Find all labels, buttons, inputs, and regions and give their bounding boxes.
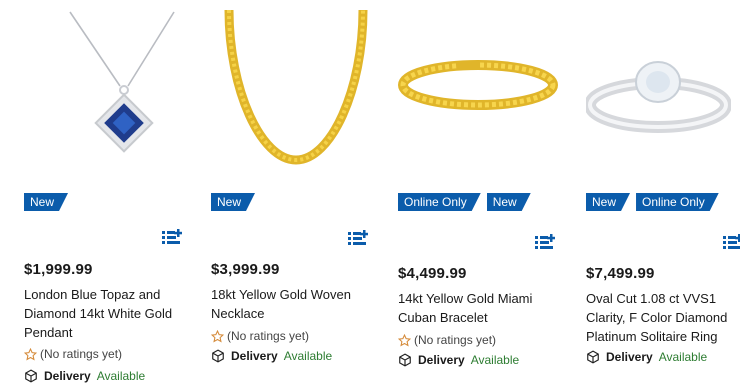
product-rating: (No ratings yet) — [24, 347, 122, 361]
product-image-bracelet[interactable] — [398, 55, 558, 115]
product-title[interactable]: 14kt Yellow Gold Miami Cuban Bracelet — [398, 289, 573, 327]
product-rating: (No ratings yet) — [398, 333, 496, 347]
delivery-status: Available — [470, 353, 520, 367]
product-image-chain[interactable] — [221, 9, 371, 165]
add-to-list-icon[interactable] — [162, 229, 183, 245]
product-price: $4,499.99 — [398, 265, 467, 282]
box-icon — [587, 350, 599, 364]
product-price: $1,999.99 — [24, 261, 93, 278]
product-rating: (No ratings yet) — [211, 329, 309, 343]
product-price: $3,999.99 — [211, 261, 280, 278]
product-title[interactable]: Oval Cut 1.08 ct VVS1 Clarity, F Color D… — [586, 289, 736, 346]
box-icon — [212, 349, 224, 363]
delivery-label: Delivery — [418, 353, 465, 367]
delivery-status: Available — [283, 349, 333, 363]
product-card[interactable]: New Online Only $7,499.99 Oval Cut 1.08 … — [586, 0, 740, 378]
star-outline-icon — [24, 347, 37, 360]
box-icon — [399, 353, 411, 367]
product-grid: New $1,999.99 London Blue Topaz and Diam… — [0, 0, 740, 383]
delivery-label: Delivery — [44, 369, 91, 383]
badge-new: New — [211, 193, 255, 211]
delivery-status: Available — [96, 369, 146, 383]
delivery-row: Delivery Available — [211, 349, 332, 363]
delivery-status: Available — [658, 350, 708, 364]
product-card[interactable]: Online Only New $4,499.99 14kt Yellow Go… — [398, 0, 573, 378]
delivery-row: Delivery Available — [398, 353, 519, 367]
product-image-ring[interactable] — [586, 60, 732, 140]
product-price: $7,499.99 — [586, 265, 655, 282]
delivery-row: Delivery Available — [24, 369, 145, 383]
add-to-list-icon[interactable] — [348, 230, 369, 246]
product-title[interactable]: 18kt Yellow Gold Woven Necklace — [211, 285, 386, 323]
badge-new: New — [586, 193, 630, 211]
rating-text: (No ratings yet) — [40, 347, 123, 361]
star-outline-icon — [398, 333, 411, 346]
rating-text: (No ratings yet) — [227, 329, 310, 343]
product-image-pendant[interactable] — [64, 8, 184, 158]
product-title[interactable]: London Blue Topaz and Diamond 14kt White… — [24, 285, 199, 342]
add-to-list-icon[interactable] — [535, 234, 556, 250]
badge-new: New — [24, 193, 68, 211]
rating-text: (No ratings yet) — [414, 333, 497, 347]
badge-online-only: Online Only — [636, 193, 719, 211]
box-icon — [25, 369, 37, 383]
delivery-label: Delivery — [606, 350, 653, 364]
product-card[interactable]: New $1,999.99 London Blue Topaz and Diam… — [24, 0, 199, 383]
badge-online-only: Online Only — [398, 193, 481, 211]
delivery-label: Delivery — [231, 349, 278, 363]
add-to-list-icon[interactable] — [723, 234, 740, 250]
product-card[interactable]: New $3,999.99 18kt Yellow Gold Woven Nec… — [211, 0, 386, 378]
star-outline-icon — [211, 329, 224, 342]
badge-new: New — [487, 193, 531, 211]
delivery-row: Delivery Available — [586, 350, 707, 364]
